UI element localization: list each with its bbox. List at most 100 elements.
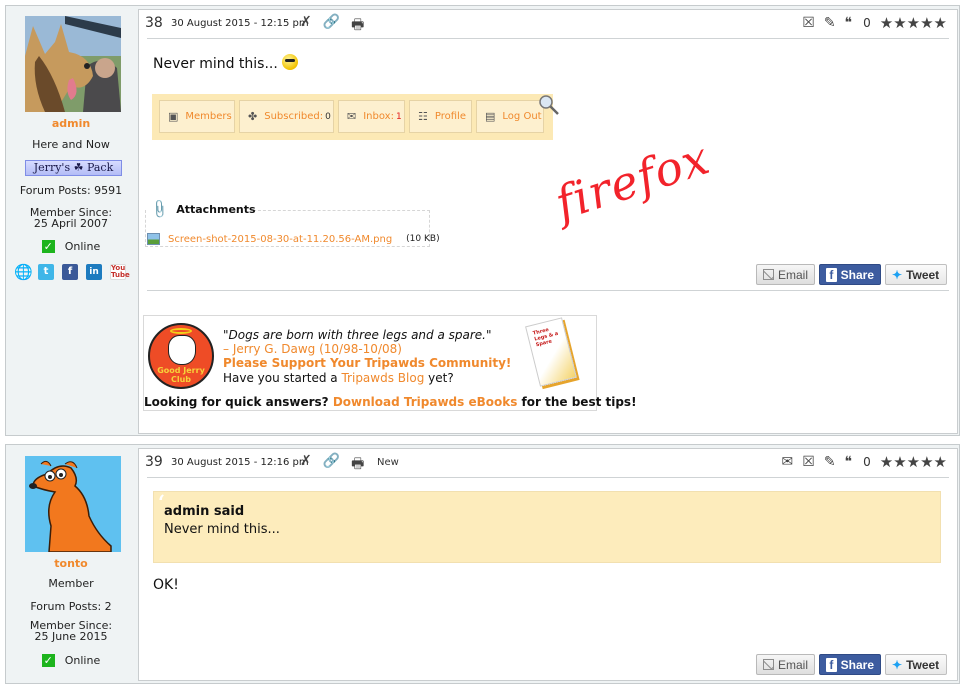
post-message: Never mind this...: [153, 54, 299, 72]
members-button[interactable]: ▣ Members: [159, 100, 235, 133]
print-icon[interactable]: 🖶: [351, 453, 364, 477]
signature-blog-line: Have you started a Tripawds Blog yet?: [223, 371, 454, 385]
member-since-date: 25 June 2015: [34, 630, 108, 643]
tweet-button[interactable]: ✦ Tweet: [885, 264, 947, 285]
post-message-text: Never mind this...: [153, 56, 278, 72]
subscribed-count: 0: [325, 111, 331, 122]
facebook-share-button[interactable]: f Share: [819, 654, 881, 675]
print-icon[interactable]: 🖶: [351, 14, 364, 38]
signature-quote-author: – Jerry G. Dawg (10/98-10/08): [223, 342, 402, 356]
post-date: 30 August 2015 - 12:15 pm: [171, 18, 309, 29]
pm-icon[interactable]: ✉: [782, 454, 794, 470]
subscribed-icon: ✤: [248, 110, 258, 123]
support-link[interactable]: Please Support Your Tripawds Community!: [223, 356, 511, 370]
signature-quote: "Dogs are born with three legs and a spa…: [223, 328, 492, 342]
quote-post-icon[interactable]: ❝: [845, 454, 853, 470]
link-icon[interactable]: 🔗: [323, 14, 340, 38]
facebook-icon: f: [826, 267, 837, 282]
youtube-icon[interactable]: You Tube: [110, 264, 130, 280]
envelope-icon: [763, 269, 774, 280]
quote-author: admin said: [164, 504, 245, 519]
rating-count: 0: [863, 16, 871, 30]
ebook-title: Three Legs & a Spare: [532, 326, 559, 349]
email-label: Email: [777, 657, 808, 672]
attachments-header: 📎 Attachments: [148, 199, 255, 221]
delete-post-icon[interactable]: ☒: [802, 15, 815, 31]
facebook-share-button[interactable]: f Share: [819, 264, 881, 285]
edit-post-icon[interactable]: ✎: [824, 15, 836, 31]
inbox-button[interactable]: ✉ Inbox: 1: [338, 100, 405, 133]
share-buttons: Email f Share ✦ Tweet: [756, 264, 947, 285]
share-label: Share: [840, 267, 874, 282]
author-rank-badge: Jerry's ☘ Pack: [25, 160, 122, 176]
header-divider: [147, 477, 949, 478]
post-number[interactable]: 39: [145, 454, 163, 470]
envelope-icon: [763, 659, 774, 670]
twitter-bird-icon: ✦: [892, 267, 903, 282]
inbox-count: 1: [395, 111, 402, 122]
author-name[interactable]: tonto: [6, 557, 136, 570]
forum-post: admin Here and Now Jerry's ☘ Pack Forum …: [5, 5, 960, 436]
online-status-label: Online: [64, 240, 101, 253]
post-header-icons: ✗ 🔗 🖶: [300, 14, 364, 38]
rating-stars[interactable]: ★★★★★: [880, 14, 947, 32]
edit-post-icon[interactable]: ✎: [824, 454, 836, 470]
attachment-link[interactable]: Screen-shot-2015-08-30-at-11.20.56-AM.pn…: [168, 234, 392, 245]
forum-post: tonto Member Forum Posts: 2 Member Since…: [5, 444, 960, 684]
members-icon: ▣: [168, 110, 179, 123]
social-links: 🌐 t f in You Tube: [14, 264, 130, 280]
ebooks-suffix: for the best tips!: [517, 395, 637, 409]
tweet-label: Tweet: [906, 267, 940, 282]
image-file-icon: [147, 233, 160, 245]
post-date: 30 August 2015 - 12:16 pm: [171, 457, 309, 468]
signature-ebooks-line: Looking for quick answers? Download Trip…: [144, 395, 637, 409]
facebook-icon[interactable]: f: [62, 264, 78, 280]
tools-icon[interactable]: ✗: [300, 453, 312, 477]
online-check-icon: ✓: [41, 240, 55, 253]
email-share-button[interactable]: Email: [756, 654, 815, 675]
handwritten-annotation: firefox: [548, 130, 717, 231]
delete-post-icon[interactable]: ☒: [802, 454, 815, 470]
profile-button[interactable]: ☷ Profile: [409, 100, 472, 133]
download-ebooks-link[interactable]: Download Tripawds eBooks: [333, 395, 518, 409]
attachment-item: Screen-shot-2015-08-30-at-11.20.56-AM.pn…: [147, 233, 440, 245]
good-jerry-club-badge: Good Jerry Club: [148, 323, 214, 389]
author-name[interactable]: admin: [6, 117, 136, 130]
author-avatar[interactable]: [25, 456, 121, 552]
twitter-icon[interactable]: t: [38, 264, 54, 280]
author-title: Member: [48, 577, 94, 590]
linkedin-icon[interactable]: in: [86, 264, 102, 280]
quote-post-icon[interactable]: ❝: [845, 15, 853, 31]
online-check-icon: ✓: [41, 654, 55, 667]
logout-button[interactable]: ▤ Log Out: [476, 100, 544, 133]
post-header: 38 30 August 2015 - 12:15 pm ✗ 🔗 🖶 ☒ ✎ ❝…: [139, 10, 957, 39]
ebooks-prefix: Looking for quick answers?: [144, 395, 333, 409]
subscribed-button[interactable]: ✤ Subscribed: 0: [239, 100, 334, 133]
post-content: 38 30 August 2015 - 12:15 pm ✗ 🔗 🖶 ☒ ✎ ❝…: [138, 9, 958, 434]
profile-label: Profile: [434, 111, 466, 122]
email-label: Email: [777, 267, 808, 282]
magnifier-icon: [539, 95, 559, 115]
members-label: Members: [185, 111, 232, 122]
rating-stars[interactable]: ★★★★★: [880, 453, 947, 471]
ebook-cover[interactable]: Three Legs & a Spare: [525, 317, 577, 387]
tools-icon[interactable]: ✗: [300, 14, 312, 38]
online-status: ✓ Online: [6, 654, 136, 667]
badge-text: Good Jerry Club: [157, 366, 205, 384]
link-icon[interactable]: 🔗: [323, 453, 340, 477]
tweet-button[interactable]: ✦ Tweet: [885, 654, 947, 675]
email-share-button[interactable]: Email: [756, 264, 815, 285]
author-avatar[interactable]: [25, 16, 121, 112]
user-toolbar-screenshot: ▣ Members ✤ Subscribed: 0 ✉ Inbox: 1 ☷ P…: [152, 94, 559, 140]
logout-label: Log Out: [502, 111, 542, 122]
post-number[interactable]: 38: [145, 15, 163, 31]
lock-icon: ▤: [485, 110, 496, 123]
twitter-bird-icon: ✦: [892, 657, 903, 672]
facebook-icon: f: [826, 657, 837, 672]
rating-count: 0: [863, 455, 871, 469]
cool-smiley-icon: [282, 54, 299, 70]
website-icon[interactable]: 🌐: [14, 264, 33, 280]
subscribed-label: Subscribed:: [264, 111, 324, 122]
signature-banner[interactable]: Good Jerry Club "Dogs are born with thre…: [143, 315, 637, 411]
tripawds-blog-link[interactable]: Tripawds Blog: [341, 371, 424, 385]
